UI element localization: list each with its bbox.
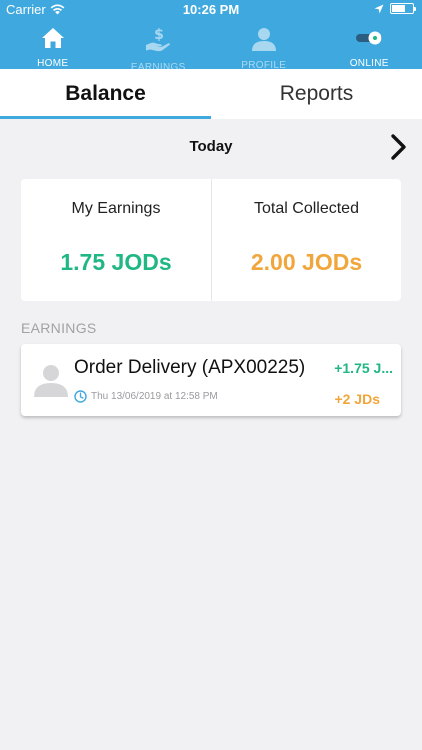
list-item[interactable]: Order Delivery (APX00225) Thu 13/06/2019… (21, 344, 401, 416)
date-navigator: Today (0, 128, 422, 166)
avatar-placeholder-icon (34, 365, 68, 397)
tab-balance[interactable]: Balance (0, 69, 211, 119)
section-title: EARNINGS (21, 320, 97, 336)
nav-online-toggle[interactable]: ONLINE (317, 22, 422, 69)
nav-home[interactable]: HOME (0, 22, 106, 69)
clock-icon (74, 390, 87, 403)
location-arrow-icon (374, 4, 384, 13)
my-earnings-value: 1.75 JODs (60, 249, 172, 275)
earnings-summary-card: My Earnings 1.75 JODs Total Collected 2.… (21, 179, 401, 301)
total-collected-title: Total Collected (254, 200, 359, 217)
home-icon (41, 28, 64, 48)
status-right (374, 3, 416, 14)
tab-reports[interactable]: Reports (211, 69, 422, 119)
battery-icon (390, 3, 416, 14)
order-earning-amount: +1.75 J... (334, 360, 393, 376)
nav-home-label: HOME (37, 58, 69, 69)
order-title: Order Delivery (APX00225) (74, 357, 306, 378)
person-icon (251, 28, 276, 51)
chevron-right-icon[interactable] (388, 132, 410, 162)
nav-earnings[interactable]: $ EARNINGS (106, 22, 212, 73)
my-earnings-title: My Earnings (71, 200, 161, 217)
toggle-icon (356, 31, 383, 45)
app-header: Carrier 10:26 PM HOME $ EARNINGS PROFILE… (0, 0, 422, 73)
my-earnings-panel: My Earnings 1.75 JODs (21, 179, 211, 301)
hand-dollar-icon: $ (146, 27, 171, 52)
order-datetime: Thu 13/06/2019 at 12:58 PM (91, 391, 218, 402)
total-collected-value: 2.00 JODs (250, 249, 363, 275)
order-meta: Thu 13/06/2019 at 12:58 PM (74, 390, 218, 403)
main-nav: HOME $ EARNINGS PROFILE ONLINE (0, 22, 422, 73)
nav-online-label: ONLINE (349, 58, 389, 69)
nav-profile[interactable]: PROFILE (211, 22, 317, 71)
svg-text:$: $ (154, 27, 164, 43)
balance-report-tabs: Balance Reports (0, 69, 422, 119)
status-time: 10:26 PM (182, 2, 240, 17)
status-bar: Carrier 10:26 PM (0, 0, 422, 20)
date-label: Today (189, 138, 233, 155)
order-collected-amount: +2 JDs (334, 391, 380, 407)
total-collected-panel: Total Collected 2.00 JODs (211, 179, 401, 301)
